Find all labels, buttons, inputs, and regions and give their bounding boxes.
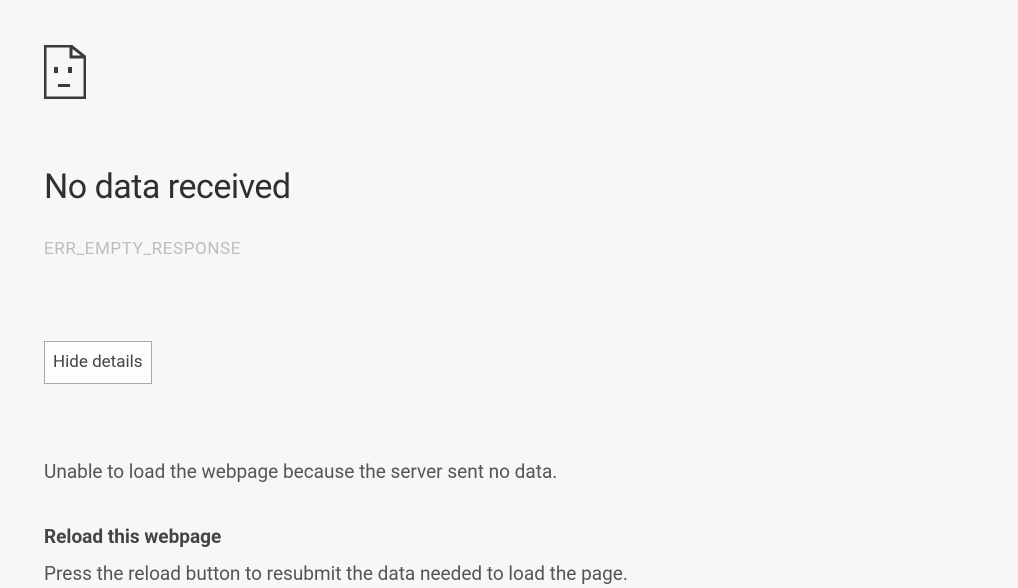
error-heading: No data received [44, 167, 1018, 207]
suggestion-title: Reload this webpage [44, 525, 1018, 548]
suggestion-body: Press the reload button to resubmit the … [44, 560, 1018, 588]
error-details-text: Unable to load the webpage because the s… [44, 458, 1018, 487]
hide-details-button[interactable]: Hide details [44, 341, 152, 384]
sad-page-icon [44, 45, 86, 99]
error-code: ERR_EMPTY_RESPONSE [44, 239, 1018, 259]
